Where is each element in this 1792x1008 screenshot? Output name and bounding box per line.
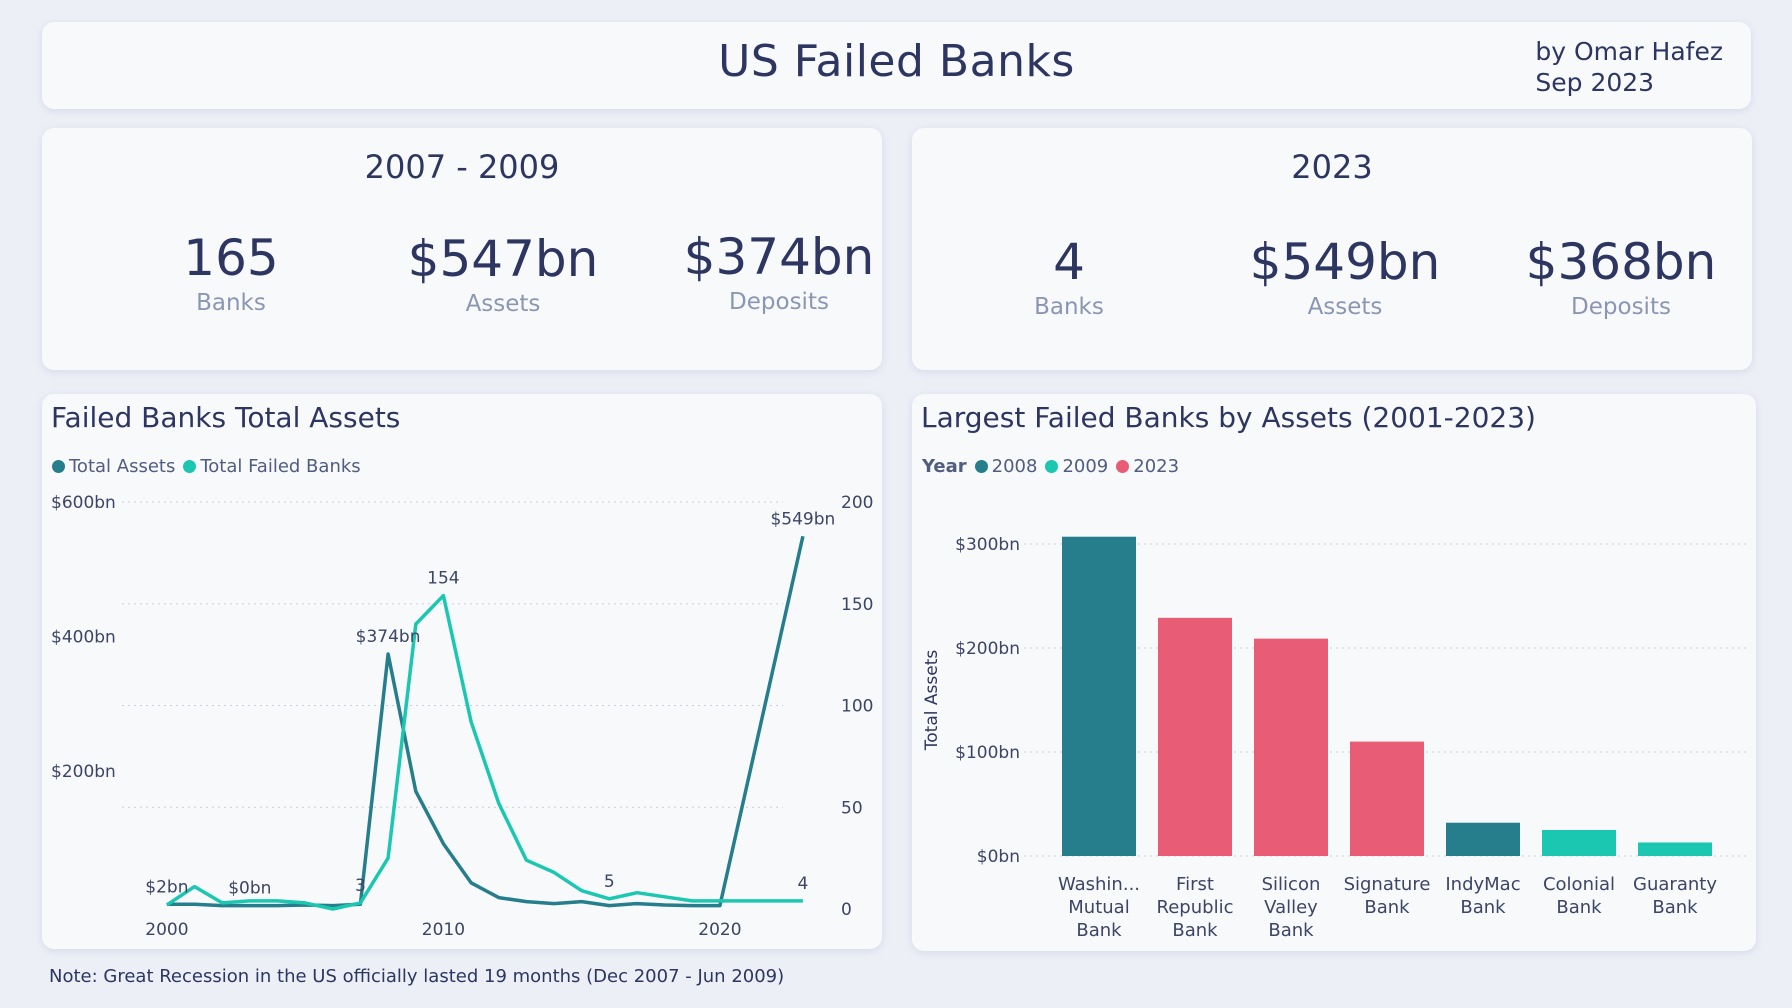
- kpi-value: 165: [183, 229, 279, 287]
- kpi-deposits: $368bn Deposits: [1491, 232, 1751, 320]
- kpi-card-2023: 2023 4 Banks $549bn Assets $368bn Deposi…: [912, 128, 1752, 370]
- y-right-tick-label: 100: [841, 697, 873, 717]
- author-date: Sep 2023: [1535, 68, 1655, 97]
- x-tick-label: 2020: [698, 920, 741, 940]
- bar-signature-bank: [1350, 741, 1424, 856]
- data-label: $2bn: [145, 877, 188, 897]
- kpi-assets: $547bn Assets: [373, 229, 633, 317]
- kpi-label: Assets: [465, 291, 541, 317]
- kpi-label: Assets: [1307, 294, 1383, 320]
- data-label: 4: [797, 874, 808, 894]
- x-tick-label: Colonial: [1543, 874, 1615, 895]
- x-tick-label: First: [1176, 874, 1214, 895]
- y-left-tick-label: $200bn: [51, 762, 116, 782]
- kpi-value: 4: [1053, 233, 1085, 291]
- bar-indymac-bank: [1446, 822, 1520, 856]
- x-tick-label: IndyMac: [1445, 874, 1520, 895]
- y-tick-label: $100bn: [955, 743, 1020, 763]
- y-left-tick-label: $400bn: [51, 628, 116, 648]
- x-tick-label: Valley: [1264, 897, 1318, 918]
- data-label: $374bn: [356, 627, 421, 647]
- data-label: $0bn: [228, 879, 271, 899]
- data-label: 5: [604, 872, 615, 892]
- data-label: 154: [427, 569, 459, 589]
- series-line-total-assets: [166, 535, 805, 908]
- kpi-label: Banks: [196, 290, 266, 316]
- x-tick-label: Bank: [1460, 897, 1506, 918]
- kpi-label: Deposits: [1571, 294, 1671, 320]
- x-tick-label: Washin...: [1058, 874, 1140, 895]
- line-chart-plot: 200 150 100 50 0 $600bn $400bn $200bn 2000 2010 20…: [51, 493, 873, 940]
- x-tick-label: Mutual: [1068, 897, 1129, 918]
- x-tick-label: Silicon: [1262, 874, 1321, 895]
- y-axis-title: Total Assets: [922, 650, 942, 752]
- x-tick-label: Bank: [1364, 897, 1410, 918]
- line-chart-card: Failed Banks Total Assets Total Assets T…: [42, 394, 882, 949]
- x-tick-label: Bank: [1268, 920, 1314, 941]
- author-info: by Omar Hafez Sep 2023: [1535, 36, 1723, 98]
- page-title: US Failed Banks: [718, 36, 1075, 87]
- x-tick-label: Republic: [1157, 897, 1234, 918]
- kpi-value: $549bn: [1249, 233, 1441, 291]
- bar-guaranty-bank: [1638, 842, 1712, 856]
- y-left-tick-label: $600bn: [51, 493, 116, 513]
- y-right-tick-label: 0: [841, 900, 852, 920]
- x-tick-label: Bank: [1652, 897, 1698, 918]
- kpi-value: $374bn: [683, 228, 875, 286]
- x-tick-label: Guaranty: [1633, 874, 1717, 895]
- kpi-value: $547bn: [407, 230, 599, 288]
- header-card: US Failed Banks by Omar Hafez Sep 2023: [42, 22, 1751, 109]
- bar-first-republic-bank: [1158, 617, 1232, 856]
- x-tick-label: Bank: [1172, 920, 1218, 941]
- y-tick-label: $0bn: [977, 847, 1020, 867]
- x-tick-label: 2000: [145, 920, 188, 940]
- bar-chart-plot: $300bn $200bn $100bn $0bn Total Assets Washin…: [922, 535, 1750, 941]
- kpi-card-title: 2023: [1291, 148, 1373, 186]
- x-tick-label: 2010: [422, 920, 465, 940]
- data-label: $549bn: [770, 509, 835, 529]
- x-tick-label: Signature: [1344, 874, 1431, 895]
- y-right-tick-label: 200: [841, 493, 873, 513]
- y-right-tick-label: 150: [841, 595, 873, 615]
- y-tick-label: $200bn: [955, 639, 1020, 659]
- bar-chart-card: Largest Failed Banks by Assets (2001-202…: [912, 394, 1756, 951]
- kpi-assets: $549bn Assets: [1215, 232, 1475, 320]
- bar-washin-mutual-bank: [1062, 536, 1136, 856]
- x-tick-label: Bank: [1076, 920, 1122, 941]
- footnote: Note: Great Recession in the US official…: [49, 966, 785, 987]
- kpi-banks: 4 Banks: [939, 232, 1199, 320]
- bar-silicon-valley-bank: [1254, 638, 1328, 856]
- data-label: 3: [355, 876, 366, 896]
- kpi-deposits: $374bn Deposits: [649, 227, 909, 315]
- kpi-value: $368bn: [1525, 233, 1717, 291]
- y-right-tick-label: 50: [841, 798, 863, 818]
- author-name: by Omar Hafez: [1535, 37, 1723, 66]
- kpi-label: Banks: [1034, 294, 1104, 320]
- kpi-card-title: 2007 - 2009: [364, 148, 560, 186]
- kpi-card-2007-2009: 2007 - 2009 165 Banks $547bn Assets $374…: [42, 128, 882, 370]
- kpi-banks: 165 Banks: [101, 228, 361, 316]
- bar-colonial-bank: [1542, 830, 1616, 856]
- x-tick-label: Bank: [1556, 897, 1602, 918]
- y-tick-label: $300bn: [955, 535, 1020, 555]
- kpi-label: Deposits: [729, 289, 829, 315]
- series-line-total-failed-banks: [165, 593, 803, 911]
